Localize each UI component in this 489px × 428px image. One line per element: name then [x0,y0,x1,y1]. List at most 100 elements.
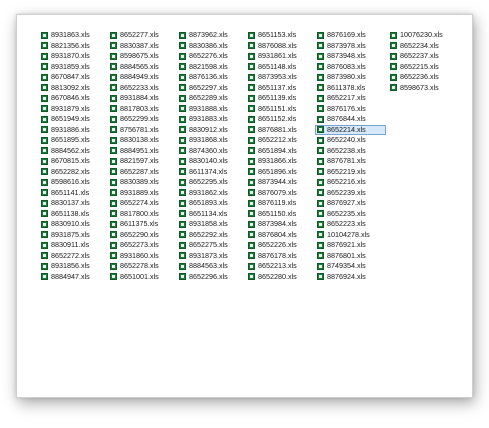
file-item[interactable]: 8652275.xls [177,240,244,251]
file-item[interactable]: 8931883.xls [177,114,244,125]
file-item[interactable]: 8652292.xls [177,230,244,241]
file-item[interactable]: 8821598.xls [177,62,244,73]
file-item[interactable]: 8876079.xls [246,188,313,199]
file-item[interactable]: 8652273.xls [108,240,175,251]
file-item[interactable]: 8598616.xls [39,177,106,188]
file-item[interactable]: 8931889.xls [108,188,175,199]
file-item[interactable]: 8830910.xls [39,219,106,230]
file-item[interactable]: 8651893.xls [177,198,244,209]
file-item[interactable]: 8873962.xls [177,30,244,41]
file-item[interactable]: 10104278.xls [315,230,386,241]
file-item[interactable]: 8652296.xls [177,272,244,283]
file-item[interactable]: 8876176.xls [315,104,386,115]
file-item[interactable]: 8652297.xls [177,83,244,94]
file-item[interactable]: 8931862.xls [177,188,244,199]
file-item[interactable]: 8652226.xls [246,240,313,251]
file-item[interactable]: 8652223.xls [315,219,386,230]
file-item[interactable]: 8652214.xls [315,124,386,135]
file-item[interactable]: 8652219.xls [315,167,386,178]
file-item[interactable]: 8931856.xls [39,261,106,272]
file-item[interactable]: 8651896.xls [246,167,313,178]
file-item[interactable]: 8651151.xls [246,104,313,115]
file-item[interactable]: 8652238.xls [315,146,386,157]
file-item[interactable]: 8611378.xls [315,83,386,94]
file-item[interactable]: 8876119.xls [246,198,313,209]
file-item[interactable]: 8670815.xls [39,156,106,167]
file-item[interactable]: 8876136.xls [177,72,244,83]
file-item[interactable]: 8652272.xls [39,251,106,262]
file-item[interactable]: 8756781.xls [108,125,175,136]
file-item[interactable]: 8876088.xls [246,41,313,52]
file-item[interactable]: 8876881.xls [246,125,313,136]
file-item[interactable]: 8652276.xls [177,51,244,62]
file-item[interactable]: 8651134.xls [177,209,244,220]
file-item[interactable]: 8830912.xls [177,125,244,136]
file-item[interactable]: 8876804.xls [246,230,313,241]
file-item[interactable]: 8931858.xls [177,219,244,230]
file-item[interactable]: 8830137.xls [39,198,106,209]
file-item[interactable]: 8651001.xls [108,272,175,283]
file-item[interactable]: 8821597.xls [108,156,175,167]
file-item[interactable]: 10076230.xls [388,30,458,41]
file-item[interactable]: 8817800.xls [108,209,175,220]
file-item[interactable]: 8931860.xls [108,251,175,262]
file-item[interactable]: 8652213.xls [246,261,313,272]
file-item[interactable]: 8652295.xls [177,177,244,188]
file-item[interactable]: 8651949.xls [39,114,106,125]
file-item[interactable]: 8652216.xls [315,177,386,188]
file-item[interactable]: 8651894.xls [246,146,313,157]
file-item[interactable]: 8652235.xls [315,209,386,220]
file-item[interactable]: 8876801.xls [315,251,386,262]
file-item[interactable]: 8876178.xls [246,251,313,262]
file-item[interactable]: 8830389.xls [108,177,175,188]
file-item[interactable]: 8821356.xls [39,41,106,52]
file-item[interactable]: 8830386.xls [177,41,244,52]
file-item[interactable]: 8873953.xls [246,72,313,83]
file-item[interactable]: 8830911.xls [39,240,106,251]
file-item[interactable]: 8830140.xls [177,156,244,167]
file-item[interactable]: 8931868.xls [177,135,244,146]
file-item[interactable]: 8873944.xls [246,177,313,188]
file-item[interactable]: 8651139.xls [246,93,313,104]
file-item[interactable]: 8830387.xls [108,41,175,52]
file-item[interactable]: 8652287.xls [108,167,175,178]
file-item[interactable]: 8652299.xls [108,114,175,125]
file-item[interactable]: 8652290.xls [108,230,175,241]
file-item[interactable]: 8651150.xls [246,209,313,220]
file-item[interactable]: 8876169.xls [315,30,386,41]
file-item[interactable]: 8651153.xls [246,30,313,41]
file-item[interactable]: 8611375.xls [108,219,175,230]
file-item[interactable]: 8884947.xls [39,272,106,283]
file-item[interactable]: 8651138.xls [39,209,106,220]
file-item[interactable]: 8652278.xls [108,261,175,272]
file-item[interactable]: 8652239.xls [315,188,386,199]
file-item[interactable]: 8931888.xls [177,104,244,115]
file-item[interactable]: 8884563.xls [177,261,244,272]
file-item[interactable]: 8931870.xls [39,51,106,62]
file-item[interactable]: 8931859.xls [39,62,106,73]
file-item[interactable]: 8931884.xls [108,93,175,104]
file-item[interactable]: 8873978.xls [315,41,386,52]
file-item[interactable]: 8931886.xls [39,125,106,136]
file-item[interactable]: 8652234.xls [388,41,458,52]
file-item[interactable]: 8598675.xls [108,51,175,62]
file-item[interactable]: 8651141.xls [39,188,106,199]
file-item[interactable]: 8884949.xls [108,72,175,83]
file-item[interactable]: 8749354.xls [315,261,386,272]
file-item[interactable]: 8651137.xls [246,83,313,94]
file-item[interactable]: 8876781.xls [315,156,386,167]
file-item[interactable]: 8652289.xls [177,93,244,104]
file-item[interactable]: 8876083.xls [315,62,386,73]
file-item[interactable]: 8876924.xls [315,272,386,283]
file-item[interactable]: 8652274.xls [108,198,175,209]
file-item[interactable]: 8876927.xls [315,198,386,209]
file-item[interactable]: 8931861.xls [246,51,313,62]
file-item[interactable]: 8652277.xls [108,30,175,41]
file-item[interactable]: 8931866.xls [246,156,313,167]
file-item[interactable]: 8651895.xls [39,135,106,146]
file-item[interactable]: 8652217.xls [315,93,386,104]
file-item[interactable]: 8931875.xls [39,230,106,241]
file-item[interactable]: 8652215.xls [388,62,458,73]
file-item[interactable]: 8884565.xls [108,62,175,73]
file-item[interactable]: 8651148.xls [246,62,313,73]
